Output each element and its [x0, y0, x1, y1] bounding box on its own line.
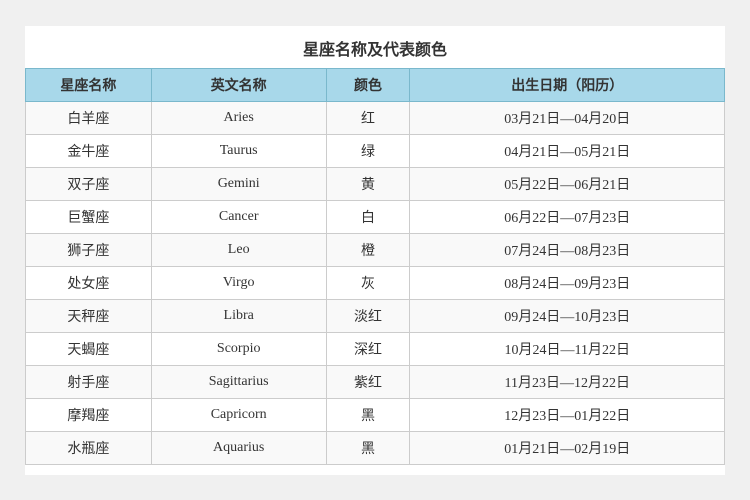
cell-color: 白: [326, 200, 410, 233]
cell-color: 深红: [326, 332, 410, 365]
cell-en: Sagittarius: [151, 365, 326, 398]
cell-color: 灰: [326, 266, 410, 299]
cell-date: 10月24日—11月22日: [410, 332, 725, 365]
cell-date: 01月21日—02月19日: [410, 431, 725, 464]
cell-color: 橙: [326, 233, 410, 266]
cell-en: Libra: [151, 299, 326, 332]
cell-en: Leo: [151, 233, 326, 266]
cell-en: Aries: [151, 101, 326, 134]
cell-en: Aquarius: [151, 431, 326, 464]
cell-color: 紫红: [326, 365, 410, 398]
header-cn: 星座名称: [26, 68, 152, 101]
cell-color: 淡红: [326, 299, 410, 332]
cell-en: Cancer: [151, 200, 326, 233]
cell-date: 08月24日—09月23日: [410, 266, 725, 299]
header-date: 出生日期（阳历）: [410, 68, 725, 101]
cell-cn: 双子座: [26, 167, 152, 200]
cell-cn: 处女座: [26, 266, 152, 299]
table-row: 天蝎座Scorpio深红10月24日—11月22日: [26, 332, 725, 365]
cell-cn: 狮子座: [26, 233, 152, 266]
main-container: 星座名称及代表颜色 星座名称 英文名称 颜色 出生日期（阳历） 白羊座Aries…: [25, 26, 725, 475]
zodiac-table: 星座名称 英文名称 颜色 出生日期（阳历） 白羊座Aries红03月21日—04…: [25, 68, 725, 465]
cell-color: 绿: [326, 134, 410, 167]
header-en: 英文名称: [151, 68, 326, 101]
cell-en: Virgo: [151, 266, 326, 299]
table-row: 双子座Gemini黄05月22日—06月21日: [26, 167, 725, 200]
table-row: 射手座Sagittarius紫红11月23日—12月22日: [26, 365, 725, 398]
table-row: 巨蟹座Cancer白06月22日—07月23日: [26, 200, 725, 233]
table-body: 白羊座Aries红03月21日—04月20日金牛座Taurus绿04月21日—0…: [26, 101, 725, 464]
cell-en: Capricorn: [151, 398, 326, 431]
cell-color: 红: [326, 101, 410, 134]
cell-date: 09月24日—10月23日: [410, 299, 725, 332]
cell-cn: 巨蟹座: [26, 200, 152, 233]
cell-cn: 白羊座: [26, 101, 152, 134]
table-row: 金牛座Taurus绿04月21日—05月21日: [26, 134, 725, 167]
cell-cn: 射手座: [26, 365, 152, 398]
table-row: 白羊座Aries红03月21日—04月20日: [26, 101, 725, 134]
cell-date: 11月23日—12月22日: [410, 365, 725, 398]
table-row: 摩羯座Capricorn黑12月23日—01月22日: [26, 398, 725, 431]
cell-date: 05月22日—06月21日: [410, 167, 725, 200]
cell-cn: 天蝎座: [26, 332, 152, 365]
table-row: 天秤座Libra淡红09月24日—10月23日: [26, 299, 725, 332]
cell-date: 07月24日—08月23日: [410, 233, 725, 266]
cell-cn: 金牛座: [26, 134, 152, 167]
cell-date: 12月23日—01月22日: [410, 398, 725, 431]
cell-cn: 摩羯座: [26, 398, 152, 431]
cell-date: 06月22日—07月23日: [410, 200, 725, 233]
cell-color: 黑: [326, 431, 410, 464]
header-color: 颜色: [326, 68, 410, 101]
cell-date: 03月21日—04月20日: [410, 101, 725, 134]
table-row: 狮子座Leo橙07月24日—08月23日: [26, 233, 725, 266]
cell-en: Taurus: [151, 134, 326, 167]
cell-en: Scorpio: [151, 332, 326, 365]
cell-cn: 天秤座: [26, 299, 152, 332]
cell-en: Gemini: [151, 167, 326, 200]
cell-cn: 水瓶座: [26, 431, 152, 464]
table-row: 处女座Virgo灰08月24日—09月23日: [26, 266, 725, 299]
table-row: 水瓶座Aquarius黑01月21日—02月19日: [26, 431, 725, 464]
table-header-row: 星座名称 英文名称 颜色 出生日期（阳历）: [26, 68, 725, 101]
cell-date: 04月21日—05月21日: [410, 134, 725, 167]
page-title: 星座名称及代表颜色: [25, 36, 725, 60]
cell-color: 黑: [326, 398, 410, 431]
cell-color: 黄: [326, 167, 410, 200]
